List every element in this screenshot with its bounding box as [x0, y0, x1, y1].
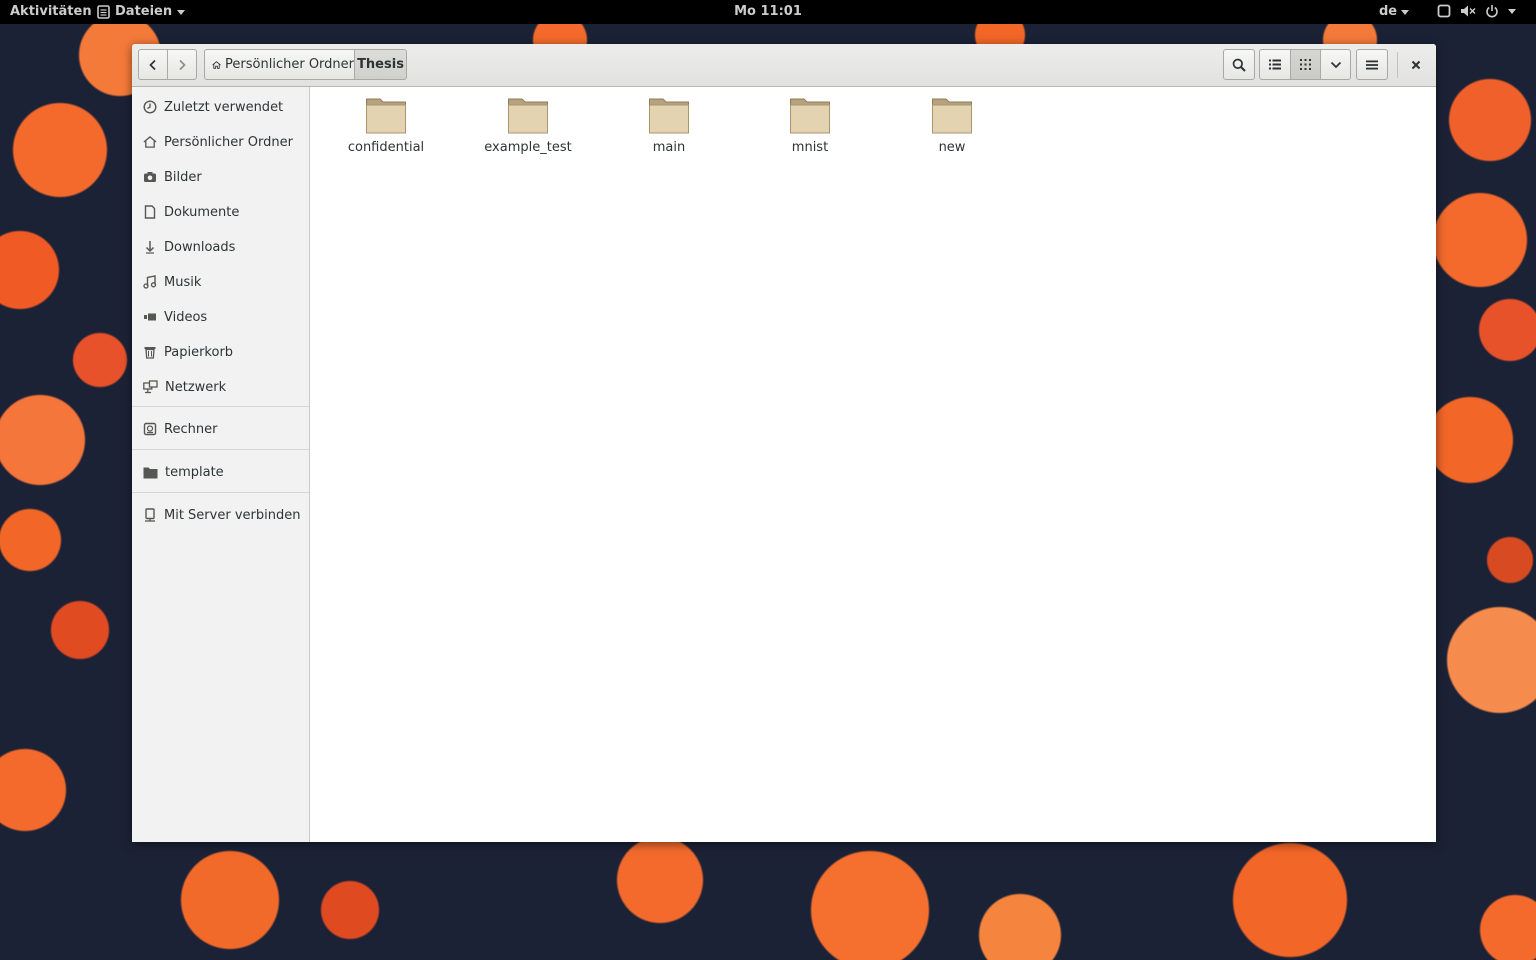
sidebar-item-template[interactable]: template	[132, 455, 309, 489]
hamburger-icon	[1366, 60, 1378, 69]
sidebar-item-label: Persönlicher Ordner	[164, 134, 293, 150]
chevron-down-icon	[1401, 9, 1410, 15]
home-icon	[143, 135, 157, 148]
sidebar-item-label: Musik	[164, 274, 202, 290]
folder-icon	[143, 467, 158, 478]
folder-item[interactable]: main	[614, 95, 724, 167]
folder-name: confidential	[347, 140, 425, 155]
keyboard-layout-label: de	[1379, 4, 1398, 19]
path-bar-home[interactable]: Persönlicher Ordner	[204, 49, 355, 80]
sidebar-item-label: Bilder	[164, 169, 202, 185]
back-button[interactable]	[138, 49, 168, 80]
view-options-button[interactable]	[1320, 49, 1351, 80]
forward-button[interactable]	[167, 49, 197, 80]
sidebar-item-label: template	[165, 464, 224, 480]
menu-button[interactable]	[1356, 49, 1388, 80]
top-bar: Aktivitäten Dateien Mo 11:01 de	[0, 0, 1536, 24]
path-bar-home-label: Persönlicher Ordner	[225, 57, 354, 72]
sidebar-item-label: Zuletzt verwendet	[164, 99, 284, 115]
folder-item[interactable]: example_test	[473, 95, 583, 167]
sidebar: Zuletzt verwendet Persönlicher Ordner Bi…	[132, 87, 310, 842]
keyboard-layout-menu[interactable]: de	[1379, 4, 1410, 20]
folder-item[interactable]: mnist	[755, 95, 865, 167]
camera-icon	[144, 172, 156, 182]
clock-icon	[143, 100, 157, 114]
network-icon	[143, 380, 158, 394]
sidebar-item-label: Rechner	[164, 421, 218, 437]
clock[interactable]: Mo 11:01	[0, 4, 1536, 20]
folder-name: new	[938, 140, 966, 155]
home-icon	[212, 60, 221, 69]
trash-icon	[144, 347, 156, 359]
sidebar-item-label: Netzwerk	[165, 379, 227, 395]
grid-view-icon	[1300, 59, 1311, 70]
sidebar-item-label: Downloads	[164, 239, 236, 255]
folder-icon	[790, 98, 830, 134]
sidebar-item-music[interactable]: Musik	[132, 265, 309, 299]
file-icon-view[interactable]: confidential example_test main mnist new	[310, 87, 1436, 842]
sidebar-item-downloads[interactable]: Downloads	[132, 230, 309, 264]
search-button[interactable]	[1223, 49, 1255, 80]
sidebar-item-network[interactable]: Netzwerk	[132, 370, 309, 404]
folder-item[interactable]: new	[897, 95, 1007, 167]
sidebar-item-label: Dokumente	[164, 204, 240, 220]
sidebar-item-videos[interactable]: Videos	[132, 300, 309, 334]
sidebar-separator	[132, 492, 309, 493]
close-button[interactable]	[1402, 49, 1430, 80]
sidebar-item-pictures[interactable]: Bilder	[132, 160, 309, 194]
header-bar: Persönlicher Ordner Thesis	[132, 44, 1436, 87]
file-manager-window: Persönlicher Ordner Thesis Zuletzt verwe…	[132, 44, 1436, 842]
folder-icon	[649, 98, 689, 134]
folder-name: mnist	[791, 140, 829, 155]
folder-name: main	[652, 140, 686, 155]
sidebar-item-computer[interactable]: Rechner	[132, 412, 309, 446]
sidebar-item-documents[interactable]: Dokumente	[132, 195, 309, 229]
path-bar-current[interactable]: Thesis	[354, 49, 407, 80]
search-icon	[1232, 58, 1246, 72]
sidebar-separator	[132, 406, 309, 407]
grid-view-button[interactable]	[1290, 49, 1321, 80]
folder-item[interactable]: confidential	[331, 95, 441, 167]
download-icon	[145, 241, 155, 254]
sidebar-item-label: Papierkorb	[164, 344, 234, 360]
sidebar-item-connect-server[interactable]: Mit Server verbinden	[132, 498, 309, 532]
document-icon	[144, 205, 156, 219]
chevron-down-icon	[1330, 61, 1341, 68]
folder-icon	[366, 98, 406, 134]
folder-icon	[932, 98, 972, 134]
screen-icon	[1437, 4, 1451, 18]
sidebar-item-trash[interactable]: Papierkorb	[132, 335, 309, 369]
sidebar-item-label: Mit Server verbinden	[164, 507, 301, 523]
computer-icon	[143, 422, 157, 436]
video-icon	[144, 313, 156, 321]
chevron-down-icon	[1508, 8, 1516, 14]
header-separator	[1397, 52, 1398, 78]
server-icon	[145, 508, 155, 522]
chevron-left-icon	[149, 59, 156, 70]
close-icon	[1411, 60, 1421, 69]
volume-muted-icon	[1461, 5, 1476, 17]
folder-icon	[508, 98, 548, 134]
sidebar-item-recent[interactable]: Zuletzt verwendet	[132, 90, 309, 124]
sidebar-item-label: Videos	[164, 309, 208, 325]
music-icon	[143, 275, 157, 289]
chevron-right-icon	[179, 59, 186, 70]
power-icon	[1486, 5, 1498, 18]
sidebar-item-home[interactable]: Persönlicher Ordner	[132, 125, 309, 159]
folder-name: example_test	[484, 140, 572, 155]
list-view-button[interactable]	[1259, 49, 1291, 80]
list-view-icon	[1269, 59, 1281, 70]
sidebar-separator	[132, 449, 309, 450]
system-status-menu[interactable]	[1437, 4, 1516, 18]
